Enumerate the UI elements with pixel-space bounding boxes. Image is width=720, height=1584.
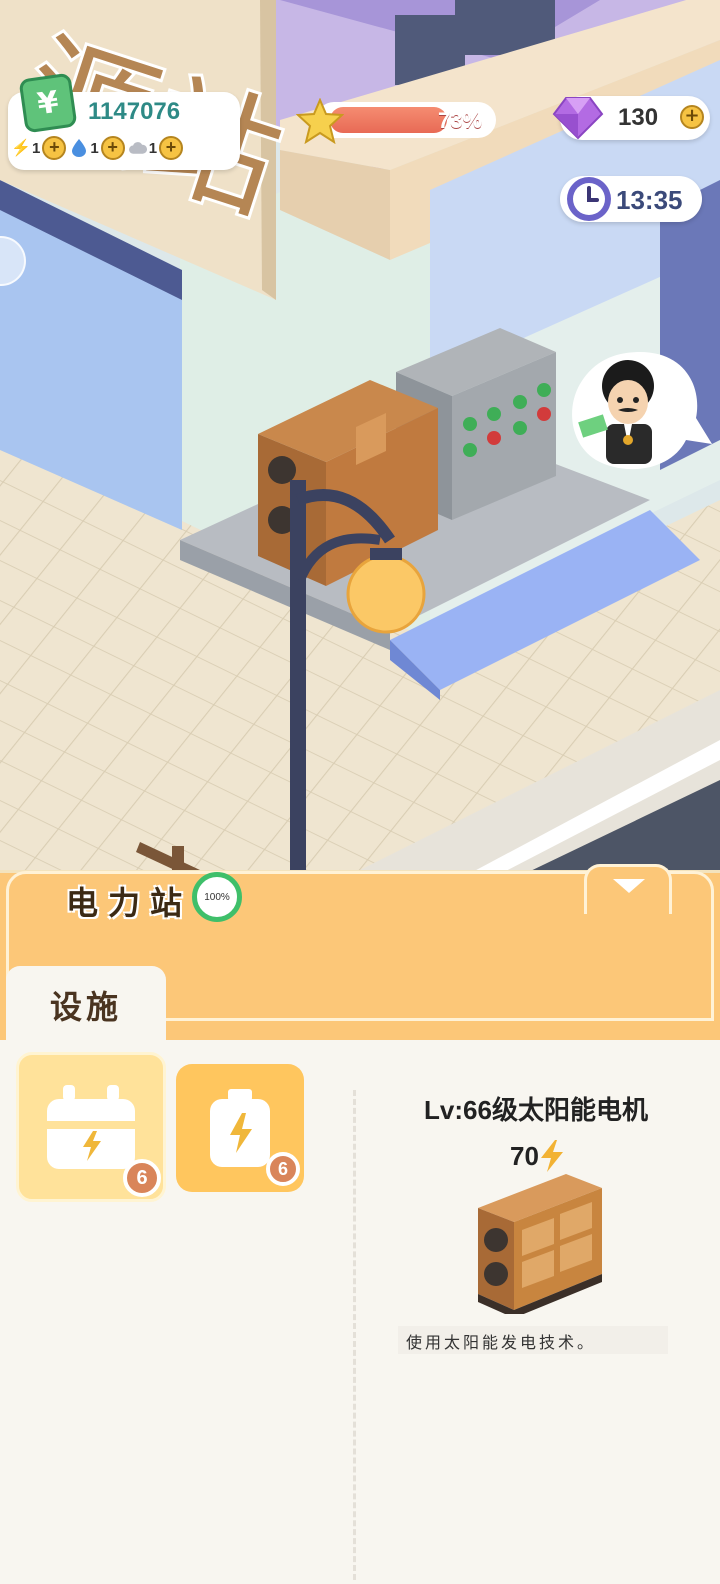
facility-description: 使用太阳能发电技术。 [398, 1326, 668, 1354]
money-amount: 1147076 [88, 98, 181, 125]
resource-electricity: ⚡ 1 + [11, 136, 67, 160]
generator-icon [47, 1085, 135, 1169]
gem-counter: 130 + [552, 96, 710, 140]
electricity-count: 1 [32, 139, 41, 157]
gas-count: 1 [148, 139, 158, 157]
tab-facilities-label: 设施 [50, 988, 123, 1026]
gem-icon [552, 97, 604, 140]
category-generators[interactable]: 6 [16, 1052, 166, 1202]
solar-generator-image[interactable] [470, 1174, 610, 1314]
npc-customer-bubble[interactable] [566, 348, 716, 482]
collapse-panel-button[interactable] [584, 864, 672, 914]
facility-title: Lv:66级太阳能电机 [424, 1095, 648, 1125]
station-progress-ring: 100% [192, 872, 242, 922]
cloud-icon [128, 138, 147, 158]
add-electricity-button[interactable]: + [42, 136, 67, 160]
timer: 13:35 [560, 176, 702, 222]
gem-amount: 130 [618, 104, 659, 131]
level-progress-text: 73% [437, 108, 482, 133]
water-drop-icon [70, 138, 88, 158]
clock-icon [567, 177, 611, 221]
battery-icon [210, 1089, 270, 1167]
resource-water: 1 + [70, 136, 125, 160]
facility-power-value: 70 [510, 1140, 539, 1171]
tab-facilities[interactable]: 设施 [6, 966, 166, 1040]
category-batteries[interactable]: 6 [176, 1064, 304, 1192]
chevron-down-icon [613, 879, 645, 893]
add-gems-button[interactable]: + [680, 105, 704, 129]
generators-count-badge: 6 [123, 1159, 161, 1197]
currency-panel: ¥ 1147076 ⚡ 1 + 1 + 1 + [8, 72, 240, 170]
star-icon [296, 98, 344, 144]
resource-gas: 1 + [128, 136, 184, 160]
level-progress-fill [330, 107, 447, 133]
cash-icon: ¥ [18, 72, 78, 134]
add-water-button[interactable]: + [100, 136, 125, 160]
facility-panel: 电力站 100% 设施 6 6 Lv:66级太阳能电机 70 使用太阳能发电技术… [0, 864, 720, 1584]
add-gas-button[interactable]: + [159, 136, 184, 160]
station-name: 电力站 [66, 884, 193, 922]
level-progress[interactable]: 73% [296, 98, 500, 144]
water-count: 1 [90, 139, 99, 157]
timer-value: 13:35 [616, 185, 683, 215]
panel-divider [353, 1090, 356, 1580]
resource-row: ⚡ 1 + 1 + 1 + [11, 136, 184, 160]
batteries-count-badge: 6 [266, 1152, 300, 1186]
npc-customer-avatar [572, 352, 712, 470]
lightning-icon: ⚡ [11, 140, 31, 157]
facility-power: 70 [510, 1140, 565, 1172]
lightning-icon [540, 1140, 563, 1172]
